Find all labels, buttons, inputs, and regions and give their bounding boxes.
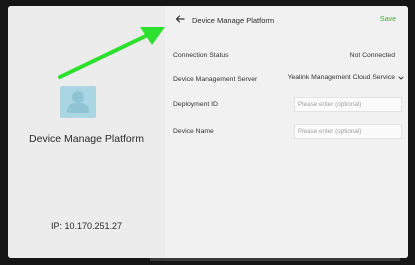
back-arrow-icon[interactable] (174, 13, 186, 25)
management-server-select[interactable]: Yealink Management Cloud Service (288, 74, 404, 81)
management-server-value: Yealink Management Cloud Service (287, 74, 395, 81)
connection-status-value: Not Connected (349, 52, 395, 59)
device-icon-head (72, 91, 84, 103)
deployment-id-row: Deployment ID (165, 95, 408, 115)
device-icon (60, 86, 96, 118)
device-name-label: Device Name (173, 128, 214, 135)
screen: Device Manage Platform IP: 10.170.251.27… (8, 6, 408, 258)
save-button[interactable]: Save (380, 16, 396, 23)
connection-status-label: Connection Status (173, 52, 229, 59)
deployment-id-input[interactable] (294, 97, 402, 112)
settings-header: Device Manage Platform Save (165, 6, 408, 34)
chevron-down-icon (398, 76, 404, 80)
management-server-label: Device Management Server (173, 76, 258, 83)
management-server-row[interactable]: Device Management Server Yealink Managem… (165, 70, 408, 90)
connection-status-row: Connection Status Not Connected (165, 46, 408, 66)
device-icon-body (67, 103, 89, 113)
deployment-id-label: Deployment ID (173, 101, 218, 108)
settings-panel: Device Manage Platform Save Connection S… (165, 6, 408, 258)
device-name-row: Device Name (165, 122, 408, 142)
page-title: Device Manage Platform (192, 16, 275, 25)
bottom-bezel-strip (150, 258, 400, 261)
left-panel-title: Device Manage Platform (29, 133, 144, 145)
ip-address: IP: 10.170.251.27 (50, 221, 123, 231)
left-panel: Device Manage Platform IP: 10.170.251.27 (8, 6, 165, 258)
device-name-input[interactable] (294, 124, 402, 139)
